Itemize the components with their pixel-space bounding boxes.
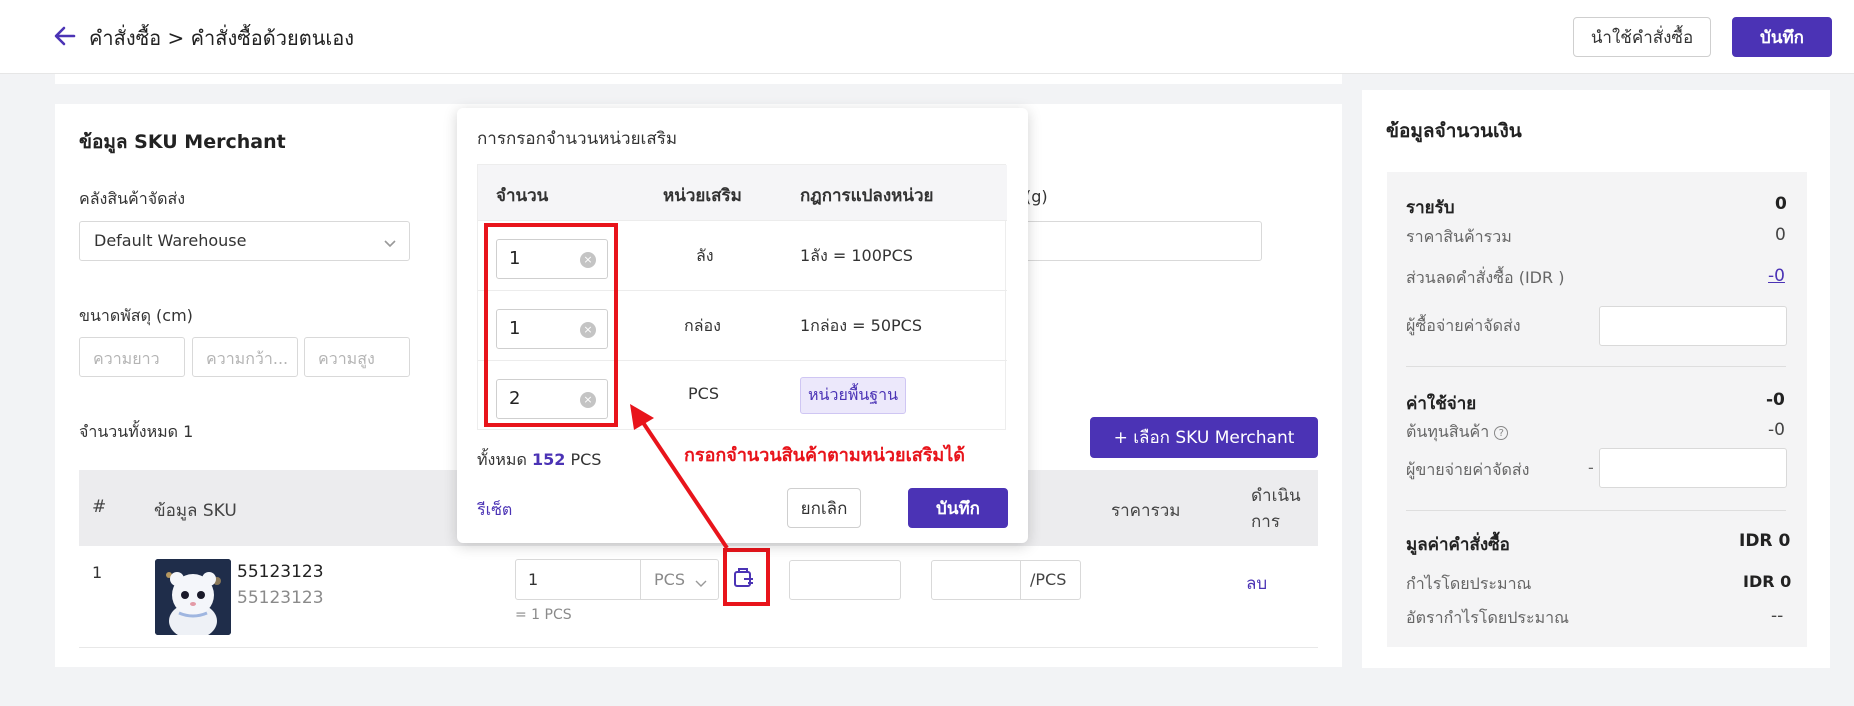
margin-label: อัตรากำไรโดยประมาณ — [1406, 608, 1569, 627]
base-unit-tag: หน่วยพื้นฐาน — [800, 377, 907, 414]
price-divider — [1020, 561, 1021, 599]
unit-entry-icon[interactable] — [732, 566, 756, 594]
row-unit-price-input[interactable] — [932, 561, 1020, 599]
divider — [1406, 366, 1786, 367]
profit-value: IDR 0 — [1743, 572, 1792, 591]
row-qty-value[interactable]: 1 — [528, 570, 538, 589]
height-input[interactable]: ความสูง — [304, 337, 410, 377]
section-strip — [55, 74, 1342, 84]
back-arrow-icon[interactable] — [52, 22, 78, 50]
popover-save-button[interactable]: บันทึก — [908, 488, 1008, 528]
chevron-down-icon — [383, 235, 397, 254]
unit-name: ลัง — [696, 246, 714, 265]
weight-input[interactable] — [1012, 221, 1262, 261]
height-placeholder: ความสูง — [318, 349, 375, 368]
sku-code: 55123123 — [237, 588, 324, 608]
unit-col-rule: กฎการแปลงหน่วย — [800, 186, 934, 206]
width-input[interactable]: ความกว้า... — [192, 337, 298, 377]
divider — [1406, 510, 1786, 511]
popover-title: การกรอกจำนวนหน่วยเสริม — [477, 129, 678, 149]
goods-total-value: 0 — [1775, 225, 1786, 245]
chevron-down-icon — [695, 574, 707, 593]
length-placeholder: ความยาว — [93, 349, 160, 368]
buyer-shipping-label: ผู้ซื้อจ่ายค่าจัดส่ง — [1406, 316, 1521, 335]
buyer-shipping-input[interactable] — [1599, 306, 1787, 346]
income-label: รายรับ — [1406, 198, 1455, 218]
delete-link[interactable]: ลบ — [1246, 570, 1267, 597]
warehouse-label: คลังสินค้าจัดส่ง — [79, 189, 186, 208]
profit-label: กำไรโดยประมาณ — [1406, 574, 1532, 593]
help-icon[interactable]: ? — [1494, 425, 1509, 440]
cost-label: ต้นทุนสินค้า ? — [1406, 420, 1509, 445]
unit-rule: 1ลัง = 100PCS — [800, 246, 913, 265]
row-index: 1 — [92, 563, 103, 582]
cost-label-text: ต้นทุนสินค้า — [1406, 422, 1490, 441]
warehouse-select[interactable]: Default Warehouse — [79, 221, 410, 261]
amount-panel-title: ข้อมูลจำนวนเงิน — [1386, 120, 1522, 142]
unit-col-unit: หน่วยเสริม — [663, 186, 742, 206]
qty-divider — [640, 560, 641, 599]
row-quantity-group: 1 PCS — [515, 559, 719, 600]
col-total-price: ราคารวม — [1111, 501, 1181, 521]
length-input[interactable]: ความยาว — [79, 337, 185, 377]
annotation-arrow — [630, 404, 729, 550]
seller-shipping-label: ผู้ขายจ่ายค่าจัดส่ง — [1406, 460, 1530, 479]
margin-value: -- — [1771, 606, 1784, 626]
sku-card-title: ข้อมูล SKU Merchant — [79, 131, 286, 153]
popover-cancel-button[interactable]: ยกเลิก — [787, 488, 861, 528]
goods-total-label: ราคาสินค้ารวม — [1406, 227, 1512, 246]
seller-shipping-prefix: - — [1588, 458, 1594, 477]
price-unit-label: /PCS — [1030, 570, 1067, 589]
weight-label: (g) — [1025, 187, 1048, 206]
col-index: # — [92, 497, 107, 517]
col-action: ดำเนิน การ — [1251, 486, 1301, 532]
qty-highlight-box — [484, 223, 618, 427]
row-price-input[interactable] — [789, 560, 901, 600]
popover-total: ทั้งหมด 152 PCS — [477, 448, 601, 473]
expense-label: ค่าใช้จ่าย — [1406, 394, 1477, 414]
discount-label: ส่วนลดคำสั่งซื้อ (IDR ) — [1406, 268, 1565, 287]
row-unit-select[interactable]: PCS — [654, 570, 685, 589]
total-prefix: ทั้งหมด — [477, 450, 527, 469]
total-value: 152 — [531, 450, 566, 469]
order-value-label: มูลค่าคำสั่งซื้อ — [1406, 535, 1510, 555]
dimensions-label: ขนาดพัสดุ (cm) — [79, 306, 193, 325]
row-qty-note: = 1 PCS — [515, 607, 572, 623]
order-value: IDR 0 — [1739, 531, 1791, 551]
total-count-label: จำนวนทั้งหมด 1 — [79, 422, 194, 441]
cost-value: -0 — [1768, 420, 1785, 440]
row-unit-price-group: /PCS — [931, 560, 1081, 600]
product-thumbnail — [155, 559, 231, 635]
select-sku-merchant-button[interactable]: + เลือก SKU Merchant — [1090, 417, 1318, 458]
header-save-button[interactable]: บันทึก — [1732, 17, 1832, 57]
total-unit: PCS — [570, 450, 602, 469]
unit-rule: 1กล่อง = 50PCS — [800, 316, 923, 335]
row-divider — [79, 647, 1318, 648]
import-order-button[interactable]: นำใช้คำสั่งซื้อ — [1573, 17, 1711, 57]
seller-shipping-input[interactable] — [1599, 448, 1787, 488]
discount-value-link[interactable]: -0 — [1768, 266, 1785, 286]
reset-link[interactable]: รีเซ็ต — [477, 498, 512, 523]
expense-value: -0 — [1766, 390, 1785, 410]
col-sku-info: ข้อมูล SKU — [154, 501, 237, 521]
breadcrumb: คำสั่งซื้อ > คำสั่งซื้อด้วยตนเอง — [89, 26, 355, 50]
unit-name: กล่อง — [684, 316, 721, 335]
width-placeholder: ความกว้า... — [206, 349, 289, 368]
sku-name: 55123123 — [237, 562, 324, 582]
income-value: 0 — [1775, 194, 1787, 214]
warehouse-value: Default Warehouse — [94, 231, 247, 250]
unit-col-qty: จำนวน — [496, 186, 549, 206]
